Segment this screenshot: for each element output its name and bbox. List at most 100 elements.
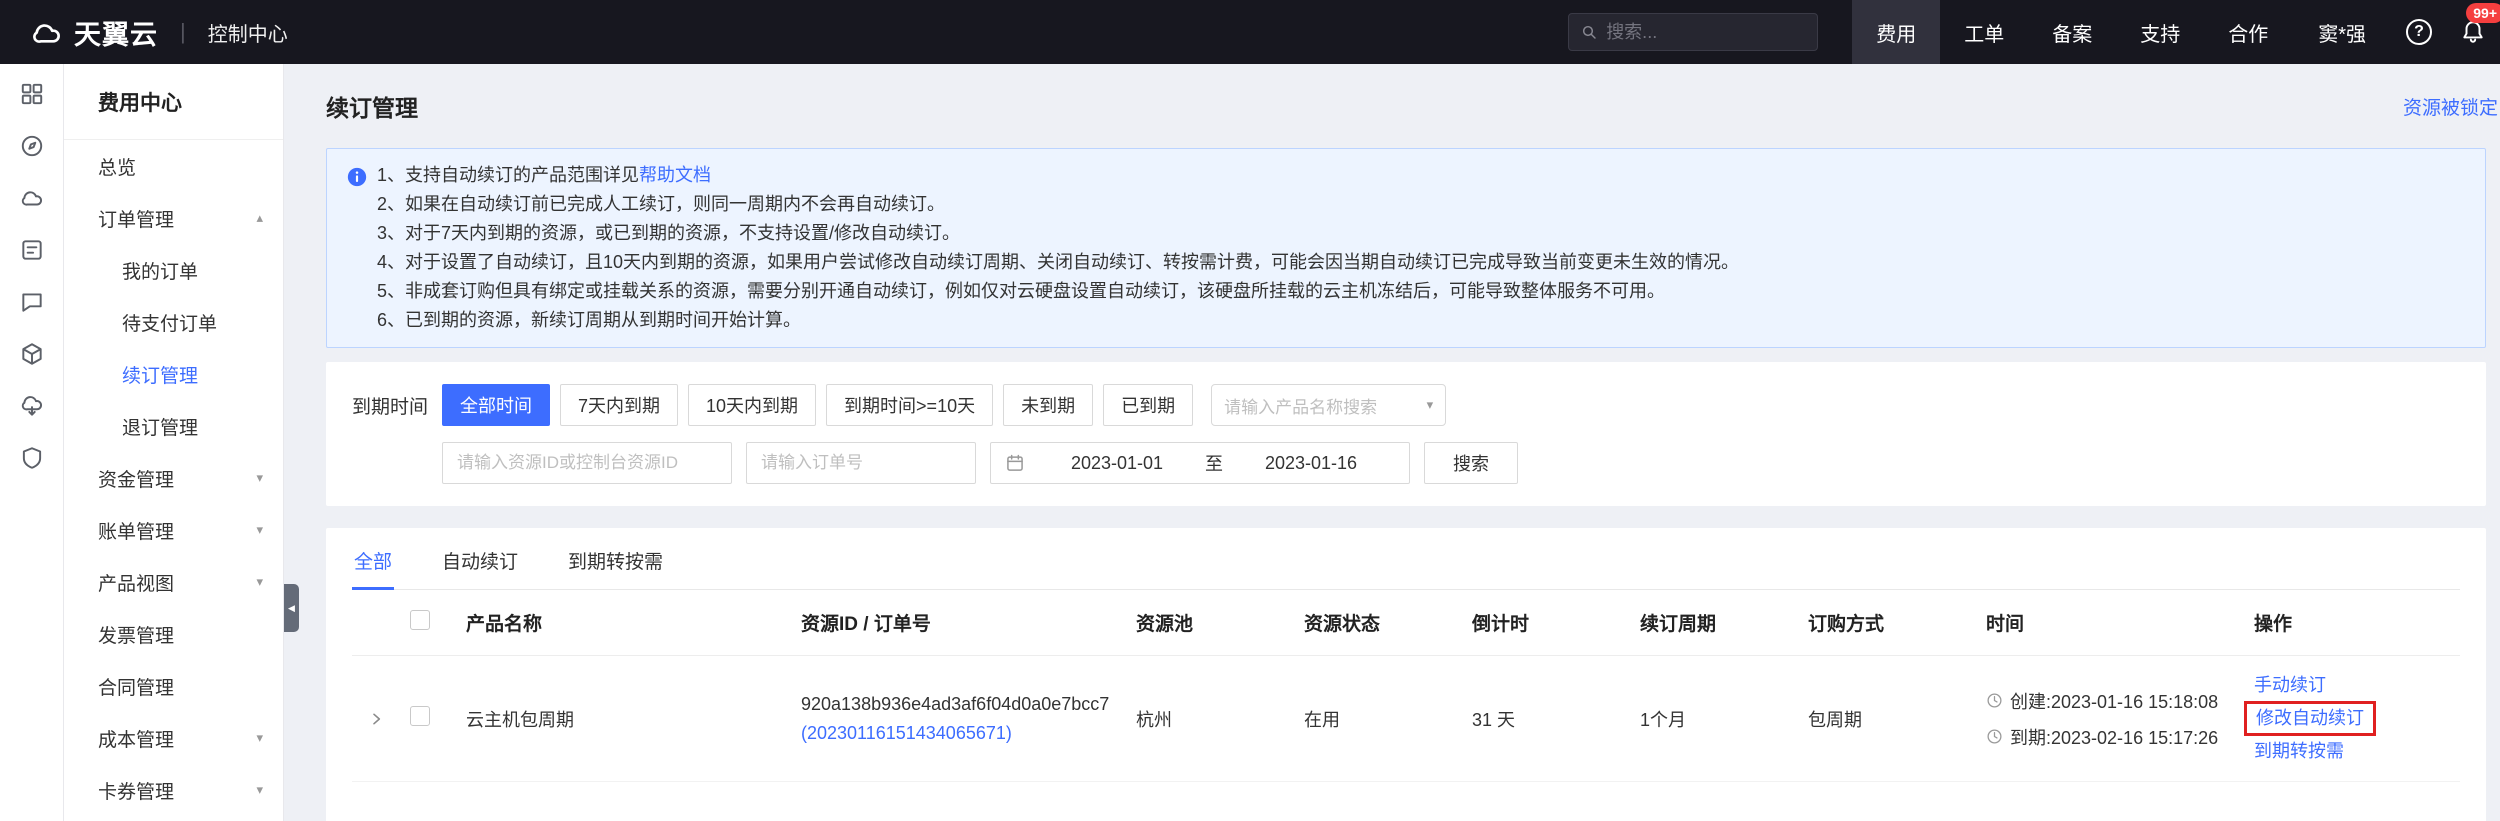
tab-auto-renew[interactable]: 自动续订 xyxy=(440,528,520,589)
nav-item-filing[interactable]: 备案 xyxy=(2028,0,2116,64)
search-button[interactable]: 搜索 xyxy=(1424,442,1518,484)
sidebar-item-contract-management[interactable]: 合同管理 xyxy=(64,660,283,712)
locked-resources-link[interactable]: 资源被锁定 xyxy=(2403,93,2498,120)
date-start-value[interactable]: 2023-01-01 xyxy=(1033,453,1201,474)
filter-btn-gte-10-days[interactable]: 到期时间>=10天 xyxy=(826,384,993,426)
chevron-down-icon: ▾ xyxy=(256,730,263,746)
help-doc-link[interactable]: 帮助文档 xyxy=(639,165,711,185)
chevron-right-icon[interactable] xyxy=(368,711,384,727)
sidebar-item-unsubscribe-management[interactable]: 退订管理 xyxy=(64,400,283,452)
cloud-logo-icon xyxy=(30,16,62,48)
row-select-cell xyxy=(410,706,466,731)
column-resource-id: 资源ID / 订单号 xyxy=(801,609,1136,636)
product-name-select[interactable]: 请输入产品名称搜索 ▾ xyxy=(1211,384,1446,426)
console-center-link[interactable]: 控制中心 xyxy=(208,18,288,47)
sidebar-item-product-view[interactable]: 产品视图 ▾ xyxy=(64,556,283,608)
date-range-picker[interactable]: 2023-01-01 至 2023-01-16 xyxy=(990,442,1410,484)
compass-icon[interactable] xyxy=(18,132,46,160)
manual-renew-link[interactable]: 手动续订 xyxy=(2254,675,2326,695)
sidebar-item-funds-management[interactable]: 资金管理▾ xyxy=(64,452,283,504)
filter-btn-10-days[interactable]: 10天内到期 xyxy=(688,384,816,426)
sidebar-item-label: 退订管理 xyxy=(122,413,198,440)
date-separator: 至 xyxy=(1201,450,1227,476)
user-menu[interactable]: 窦*强 xyxy=(2292,18,2392,47)
nav-item-label: 支持 xyxy=(2140,18,2180,47)
sidebar-collapse-handle[interactable]: ◀ xyxy=(284,584,299,632)
select-all-checkbox[interactable] xyxy=(410,610,430,630)
nav-item-label: 工单 xyxy=(1964,18,2004,47)
order-id-input[interactable] xyxy=(746,442,976,484)
search-input[interactable] xyxy=(1606,22,1805,43)
tab-all[interactable]: 全部 xyxy=(352,528,394,589)
sidebar-item-invoice-management[interactable]: 发票管理 xyxy=(64,608,283,660)
brand-logo[interactable]: 天翼云 xyxy=(30,13,158,52)
apps-grid-icon[interactable] xyxy=(18,80,46,108)
order-type-cell: 包周期 xyxy=(1808,706,1986,732)
sidebar-item-overview[interactable]: 总览 xyxy=(64,140,283,192)
sidebar-item-label: 我的订单 xyxy=(122,257,198,284)
sidebar-item-label: 资金管理 xyxy=(98,465,174,492)
sidebar-item-label: 总览 xyxy=(98,153,136,180)
sidebar-item-cost-management[interactable]: 成本管理▾ xyxy=(64,712,283,764)
sidebar-item-label: 卡券管理 xyxy=(98,777,174,804)
sidebar-item-label: 待支付订单 xyxy=(122,309,217,336)
cube-icon[interactable] xyxy=(18,340,46,368)
order-id-link[interactable]: (20230116151434065671) xyxy=(801,723,1012,744)
username: 窦*强 xyxy=(2318,18,2366,47)
column-renew-period: 续订周期 xyxy=(1640,609,1808,636)
filter-btn-expired[interactable]: 已到期 xyxy=(1103,384,1193,426)
column-order-type: 订购方式 xyxy=(1808,609,1986,636)
resource-pool-cell: 杭州 xyxy=(1136,706,1304,732)
global-search[interactable] xyxy=(1568,13,1818,51)
sidebar-item-my-orders[interactable]: 我的订单 xyxy=(64,244,283,296)
renew-period-cell: 1个月 xyxy=(1640,706,1808,732)
nav-item-workorder[interactable]: 工单 xyxy=(1940,0,2028,64)
notice-banner: 1、支持自动续订的产品范围详见帮助文档 2、如果在自动续订前已完成人工续订，则同… xyxy=(326,148,2486,348)
sidebar-item-bill-management[interactable]: 账单管理▾ xyxy=(64,504,283,556)
countdown-cell: 31 天 xyxy=(1472,706,1640,732)
sidebar-item-label: 订单管理 xyxy=(98,205,174,232)
cloud-service-icon[interactable] xyxy=(18,392,46,420)
modify-auto-renew-link[interactable]: 修改自动续订 xyxy=(2256,708,2364,728)
table-header-row: 产品名称 资源ID / 订单号 资源池 资源状态 倒计时 续订周期 订购方式 时… xyxy=(352,590,2460,656)
notice-line-4: 4、对于设置了自动续订，且10天内到期的资源，如果用户尝试修改自动续订周期、关闭… xyxy=(377,248,2463,277)
shield-icon[interactable] xyxy=(18,444,46,472)
created-time-text: 创建:2023-01-16 15:18:08 xyxy=(2010,688,2218,714)
date-end-value[interactable]: 2023-01-16 xyxy=(1227,453,1395,474)
expand-cell xyxy=(352,711,410,727)
expire-to-on-demand-link[interactable]: 到期转按需 xyxy=(2254,741,2344,761)
expire-time-label: 到期时间 xyxy=(352,392,432,419)
action-line: 修改自动续订 xyxy=(2254,699,2450,738)
sidebar-item-label: 账单管理 xyxy=(98,517,174,544)
filter-btn-7-days[interactable]: 7天内到期 xyxy=(560,384,678,426)
nav-item-fee[interactable]: 费用 xyxy=(1852,0,1940,64)
filter-btn-all-time[interactable]: 全部时间 xyxy=(442,384,550,426)
cloud-icon[interactable] xyxy=(18,184,46,212)
notifications-button[interactable]: 99+ xyxy=(2446,0,2500,64)
select-all-cell xyxy=(410,610,466,636)
row-checkbox[interactable] xyxy=(410,706,430,726)
column-time: 时间 xyxy=(1986,609,2254,636)
nav-item-support[interactable]: 支持 xyxy=(2116,0,2204,64)
created-time: 创建:2023-01-16 15:18:08 xyxy=(1986,688,2244,714)
help-icon: ? xyxy=(2406,19,2432,45)
filter-btn-not-expired[interactable]: 未到期 xyxy=(1003,384,1093,426)
sidebar-item-coupon-management[interactable]: 卡券管理▾ xyxy=(64,764,283,816)
sidebar-item-label: 发票管理 xyxy=(98,621,174,648)
tab-expire-to-on-demand[interactable]: 到期转按需 xyxy=(566,528,665,589)
sidebar-item-label: 产品视图 xyxy=(98,569,174,596)
worklist-icon[interactable] xyxy=(18,236,46,264)
table-tabs: 全部 自动续订 到期转按需 xyxy=(352,528,2460,590)
chevron-down-icon: ▾ xyxy=(256,574,263,590)
sidebar-item-order-management[interactable]: 订单管理▴ xyxy=(64,192,283,244)
notice-line-1: 1、支持自动续订的产品范围详见帮助文档 xyxy=(377,161,2463,190)
main-layout: 费用中心 总览 订单管理▴ 我的订单 待支付订单 续订管理 退订管理 资金管理▾… xyxy=(0,64,2500,821)
sidebar-item-pending-orders[interactable]: 待支付订单 xyxy=(64,296,283,348)
sidebar-item-renewal-management[interactable]: 续订管理 xyxy=(64,348,283,400)
brand-name: 天翼云 xyxy=(74,13,158,52)
table-row: 云主机包周期 920a138b936e4ad3af6f04d0a0e7bcc7 … xyxy=(352,656,2460,782)
resource-id-input[interactable] xyxy=(442,442,732,484)
message-icon[interactable] xyxy=(18,288,46,316)
nav-item-cooperation[interactable]: 合作 xyxy=(2204,0,2292,64)
help-button[interactable]: ? xyxy=(2392,0,2446,64)
